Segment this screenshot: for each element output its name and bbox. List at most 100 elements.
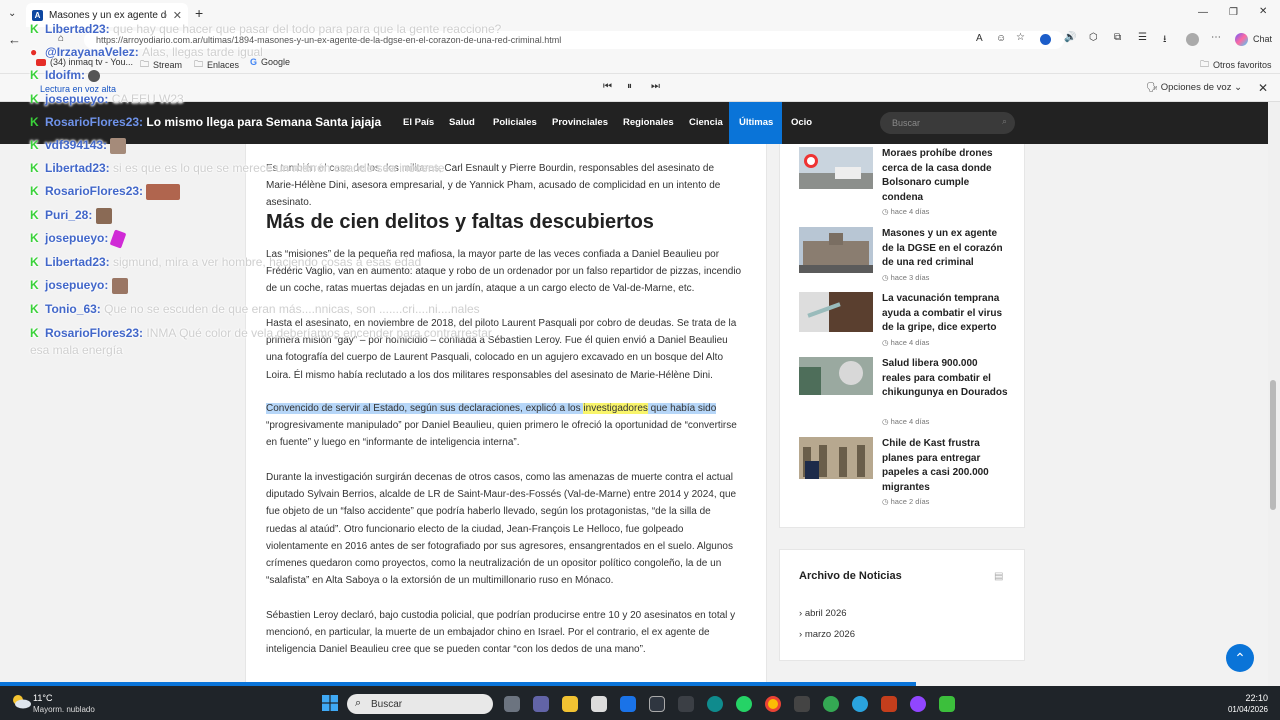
- news-time: ◷ hace 2 días: [882, 497, 930, 506]
- clock-time[interactable]: 22:10: [1232, 693, 1268, 703]
- clock-date[interactable]: 01/04/2026: [1222, 705, 1268, 714]
- chat-message: Kjosepueyo:: [30, 229, 127, 249]
- news-item[interactable]: Chile de Kast frustra planes para entreg…: [799, 437, 1009, 507]
- chat-label[interactable]: Chat: [1253, 34, 1272, 44]
- nav-policiales[interactable]: Policiales: [493, 117, 537, 128]
- news-title[interactable]: Moraes prohíbe drones cerca de la casa d…: [882, 147, 1008, 205]
- new-tab-icon[interactable]: +: [195, 5, 203, 21]
- chat-text: Alas, llegas tarde igual: [142, 45, 263, 59]
- store-icon[interactable]: [591, 696, 607, 712]
- next-icon[interactable]: ⏭: [651, 81, 660, 92]
- whatsapp-icon[interactable]: [736, 696, 752, 712]
- speaker-icon[interactable]: 🔊: [1064, 32, 1076, 43]
- nav-ciencia[interactable]: Ciencia: [689, 117, 723, 128]
- read-aloud-icon[interactable]: A: [976, 33, 983, 44]
- windows-start-icon[interactable]: [322, 695, 338, 711]
- bookmark-enlaces[interactable]: 🗀 Enlaces: [194, 57, 239, 73]
- news-thumbnail: [799, 147, 873, 189]
- nav-provinciales[interactable]: Provinciales: [552, 117, 608, 128]
- close-read-aloud-icon[interactable]: ✕: [1258, 81, 1268, 95]
- news-thumbnail: [799, 292, 873, 332]
- tab-list-chevron-icon[interactable]: ⌄: [8, 8, 16, 19]
- pause-icon[interactable]: ⏸: [627, 81, 632, 92]
- split-screen-icon[interactable]: ⧉: [1114, 32, 1121, 43]
- news-title[interactable]: La vacunación temprana ayuda a combatir …: [882, 292, 1008, 336]
- chat-message: K Tonio_63: Que no se escuden de que eran…: [30, 302, 480, 316]
- extensions-puzzle-icon[interactable]: ⬡: [1089, 32, 1098, 43]
- app-icon[interactable]: [649, 696, 665, 712]
- downloads-icon[interactable]: ⭳: [1163, 32, 1167, 49]
- site-search-input[interactable]: Buscar ⌕: [880, 112, 1015, 134]
- chat-user: Idoifm:: [45, 68, 85, 82]
- chat-text: Que no se escuden de que eran más....nni…: [104, 302, 480, 316]
- news-time-text: hace 4 días: [890, 338, 930, 347]
- telegram-icon[interactable]: [852, 696, 868, 712]
- back-icon[interactable]: ←: [8, 32, 21, 47]
- news-item[interactable]: Salud libera 900.000 reales para combati…: [799, 357, 1009, 426]
- weather-temp[interactable]: 11°C: [33, 693, 52, 703]
- kick-icon: K: [30, 208, 39, 223]
- copilot-icon[interactable]: [1235, 33, 1248, 46]
- favorite-star-icon[interactable]: ☆: [1016, 32, 1025, 43]
- app-icon[interactable]: [939, 696, 955, 712]
- more-menu-icon[interactable]: ⋯: [1211, 32, 1221, 43]
- chat-user: RosarioFlores23:: [45, 115, 144, 129]
- scroll-to-top-button[interactable]: ⌃: [1226, 644, 1254, 672]
- news-thumbnail: [799, 227, 873, 273]
- scrollbar-thumb[interactable]: [1270, 380, 1276, 510]
- nav-el-pais[interactable]: El País: [403, 117, 434, 128]
- archive-item[interactable]: › marzo 2026: [799, 629, 855, 640]
- search-icon[interactable]: ⌕: [1002, 116, 1007, 127]
- nav-regionales[interactable]: Regionales: [623, 117, 674, 128]
- edge-icon[interactable]: [707, 696, 723, 712]
- profile-avatar[interactable]: [1186, 33, 1199, 46]
- teams-icon[interactable]: [533, 696, 549, 712]
- chat-user: @IrzayanaVelez:: [45, 45, 139, 59]
- app-icon[interactable]: [794, 696, 810, 712]
- news-item[interactable]: La vacunación temprana ayuda a combatir …: [799, 292, 1009, 350]
- news-item[interactable]: Moraes prohíbe drones cerca de la casa d…: [799, 147, 1009, 216]
- nav-ocio[interactable]: Ocio: [791, 117, 812, 128]
- nav-salud[interactable]: Salud: [449, 117, 475, 128]
- news-title[interactable]: Salud libera 900.000 reales para combati…: [882, 357, 1008, 401]
- nav-ultimas[interactable]: Últimas: [739, 117, 773, 128]
- chrome-profile-icon[interactable]: [823, 696, 839, 712]
- other-favorites[interactable]: 🗀 Otros favoritos: [1200, 57, 1272, 73]
- chat-message: K Idoifm:: [30, 68, 101, 82]
- archive-item[interactable]: › abril 2026: [799, 608, 847, 619]
- mail-icon[interactable]: [620, 696, 636, 712]
- window-close-icon[interactable]: ✕: [1259, 6, 1267, 17]
- tab-close-icon[interactable]: ✕: [173, 9, 182, 22]
- chat-message: K RosarioFlores23: Lo mismo llega para Se…: [30, 115, 381, 129]
- translate-icon[interactable]: ☺: [996, 33, 1006, 44]
- news-title[interactable]: Chile de Kast frustra planes para entreg…: [882, 437, 1008, 495]
- chrome-icon[interactable]: [765, 696, 781, 712]
- chat-user: RosarioFlores23:: [45, 184, 144, 199]
- voice-icon: 🗣: [1146, 82, 1161, 93]
- weather-desc[interactable]: Mayorm. nublado: [33, 705, 95, 714]
- emote-icon: [88, 69, 101, 82]
- minimize-icon[interactable]: —: [1198, 7, 1208, 18]
- taskbar-search[interactable]: ⌕ Buscar: [347, 694, 493, 714]
- app-icon[interactable]: [910, 696, 926, 712]
- task-view-icon[interactable]: [504, 696, 520, 712]
- weather-icon[interactable]: [10, 693, 32, 709]
- highlighted-text: Convencido de servir al Estado, según su…: [266, 403, 584, 414]
- previous-icon[interactable]: ⏮: [603, 81, 612, 92]
- bookmark-stream[interactable]: 🗀 Stream: [140, 57, 182, 73]
- news-title[interactable]: Masones y un ex agente de la DGSE en el …: [882, 227, 1008, 271]
- favorites-icon[interactable]: ☰: [1138, 32, 1147, 43]
- extension-icon[interactable]: [1040, 34, 1051, 45]
- app-icon[interactable]: [678, 696, 694, 712]
- kick-icon: K: [30, 278, 39, 293]
- voice-options-button[interactable]: 🗣 Opciones de voz ⌄: [1146, 82, 1242, 93]
- news-time: ◷ hace 4 días: [882, 338, 930, 347]
- read-aloud-toolbar: [0, 74, 1280, 102]
- file-explorer-icon[interactable]: [562, 696, 578, 712]
- chat-text: Lo mismo llega para Semana Santa jajaja: [146, 115, 382, 129]
- chat-message: ● @IrzayanaVelez: Alas, llegas tarde igua…: [30, 45, 263, 59]
- powerpoint-icon[interactable]: [881, 696, 897, 712]
- news-thumbnail: [799, 357, 873, 395]
- restore-icon[interactable]: ❐: [1229, 7, 1238, 18]
- news-item[interactable]: Masones y un ex agente de la DGSE en el …: [799, 227, 1009, 285]
